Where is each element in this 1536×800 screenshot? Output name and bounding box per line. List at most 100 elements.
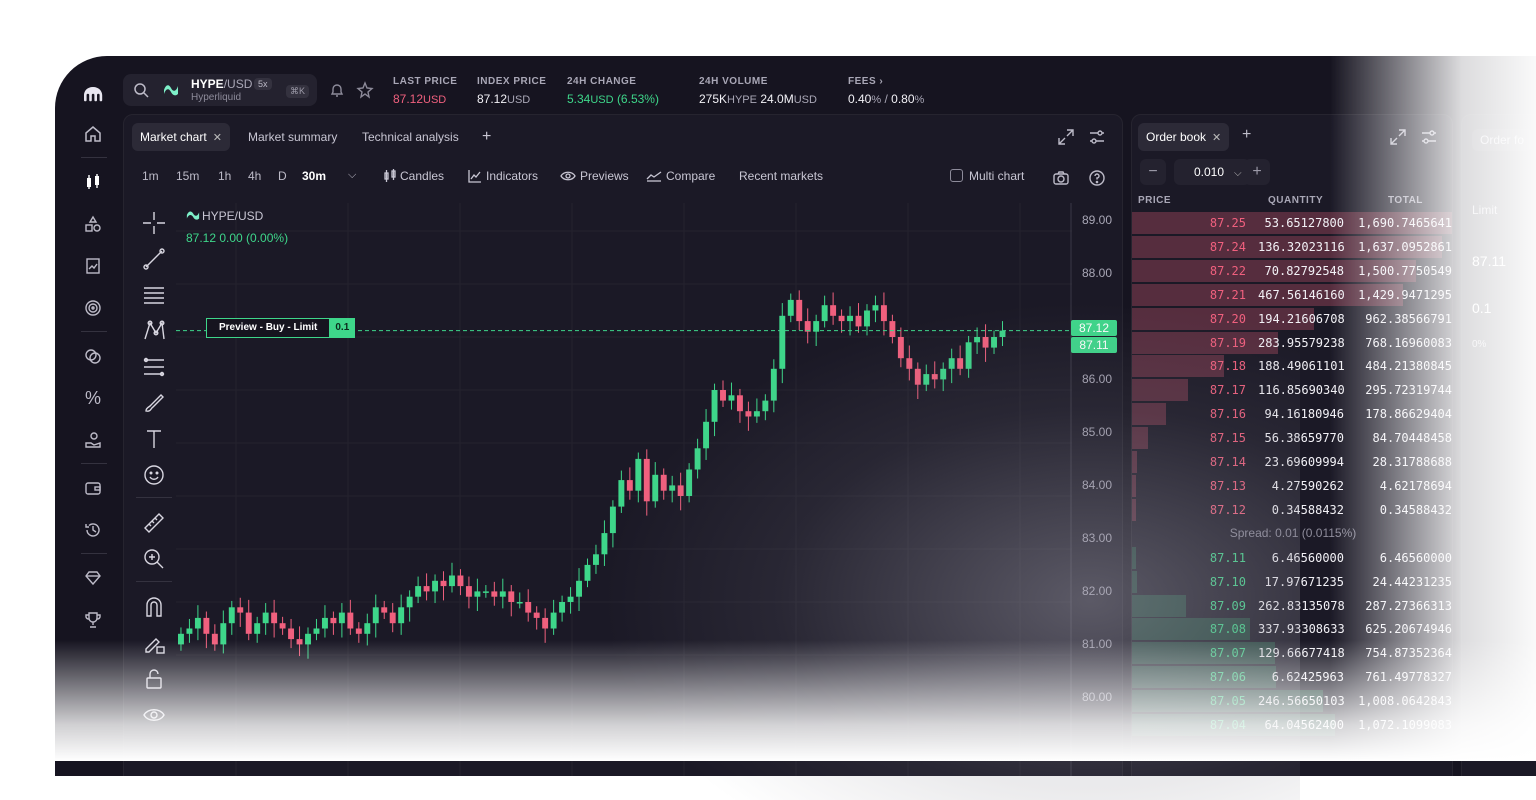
ask-row[interactable]: 87.14 23.69609994 28.31788688 — [1132, 450, 1452, 474]
candle-body[interactable] — [618, 480, 625, 507]
unlock-icon[interactable] — [142, 667, 166, 691]
tick-size-select[interactable]: 0.010 ⌵ — [1174, 159, 1250, 185]
candle-body[interactable] — [525, 602, 532, 613]
multi-chart-checkbox[interactable] — [950, 169, 963, 182]
candle-body[interactable] — [533, 612, 540, 618]
bid-row[interactable]: 87.10 17.97671235 24.44231235 — [1132, 570, 1452, 594]
preview-order-label[interactable]: Preview - Buy - Limit 0.1 — [206, 318, 356, 338]
recent-markets-button[interactable]: Recent markets — [739, 169, 823, 183]
home-icon[interactable] — [81, 122, 105, 146]
indicators-button[interactable]: Indicators — [468, 169, 538, 183]
candle-body[interactable] — [897, 337, 904, 359]
help-icon[interactable] — [1088, 169, 1106, 187]
candle-body[interactable] — [237, 607, 244, 613]
candle-body[interactable] — [364, 623, 371, 634]
candle-body[interactable] — [745, 411, 752, 417]
candle-body[interactable] — [432, 580, 439, 592]
candle-body[interactable] — [406, 596, 413, 608]
previews-button[interactable]: Previews — [560, 169, 629, 183]
bid-row[interactable]: 87.05 246.56650103 1,008.0642843 — [1132, 689, 1452, 713]
fib-levels-icon[interactable] — [142, 355, 166, 379]
lock-drawing-icon[interactable] — [142, 631, 166, 655]
candle-body[interactable] — [516, 602, 523, 604]
candle-body[interactable] — [178, 633, 184, 645]
candle-body[interactable] — [847, 315, 854, 322]
expand-icon[interactable] — [1057, 128, 1075, 146]
shapes-icon[interactable] — [81, 212, 105, 236]
candle-body[interactable] — [787, 299, 794, 316]
ask-row[interactable]: 87.22 70.82792548 1,500.7750549 — [1132, 259, 1452, 283]
ask-row[interactable]: 87.25 53.65127800 1,690.7465641 — [1132, 211, 1452, 235]
ask-row[interactable]: 87.18 188.49061101 484.21380845 — [1132, 354, 1452, 378]
ask-row[interactable]: 87.24 136.32023116 1,637.0952861 — [1132, 235, 1452, 259]
candle-body[interactable] — [974, 337, 981, 343]
candle-body[interactable] — [305, 633, 311, 645]
target-icon[interactable] — [81, 296, 105, 320]
diamond-icon[interactable] — [81, 566, 105, 590]
timeframe-1h[interactable]: 1h — [218, 169, 231, 183]
candle-body[interactable] — [203, 617, 210, 634]
market-selector[interactable]: HYPE/USD 5x Hyperliquid ⌘K — [123, 74, 317, 106]
candle-body[interactable] — [440, 580, 447, 587]
candle-body[interactable] — [931, 374, 938, 380]
multi-chart-toggle[interactable]: Multi chart — [950, 169, 1024, 183]
bid-row[interactable]: 87.11 6.46560000 6.46560000 — [1132, 546, 1452, 570]
timeframe-4h[interactable]: 4h — [248, 169, 261, 183]
star-icon[interactable] — [356, 81, 374, 99]
candle-body[interactable] — [194, 617, 201, 629]
pattern-icon[interactable] — [142, 319, 166, 343]
candle-body[interactable] — [838, 315, 845, 322]
candle-body[interactable] — [762, 400, 769, 412]
timeframe-d[interactable]: D — [278, 169, 287, 183]
candle-body[interactable] — [736, 395, 743, 412]
candle-body[interactable] — [880, 305, 887, 322]
wallet-icon[interactable] — [81, 476, 105, 500]
candle-body[interactable] — [991, 337, 997, 348]
candle-body[interactable] — [423, 586, 430, 592]
chevron-down-icon[interactable]: ⌵ — [348, 169, 356, 182]
candle-body[interactable] — [372, 607, 379, 624]
candle-body[interactable] — [347, 612, 354, 629]
percent-icon[interactable]: % — [81, 386, 105, 410]
candle-body[interactable] — [965, 342, 972, 369]
candle-body[interactable] — [711, 390, 718, 422]
candle-body[interactable] — [660, 474, 667, 491]
candle-body[interactable] — [635, 458, 642, 491]
candle-body[interactable] — [940, 368, 947, 380]
earn-hand-icon[interactable] — [81, 428, 105, 452]
ask-row[interactable]: 87.16 94.16180946 178.86629404 — [1132, 402, 1452, 426]
trophy-icon[interactable] — [81, 608, 105, 632]
candle-body[interactable] — [415, 586, 422, 597]
candle-body[interactable] — [559, 602, 566, 613]
ruler-icon[interactable] — [142, 511, 166, 535]
candle-body[interactable] — [914, 368, 921, 385]
tab-limit[interactable]: Limit — [1472, 203, 1497, 217]
compare-button[interactable]: Compare — [646, 169, 715, 183]
tab-order-book[interactable]: Order book ✕ — [1138, 123, 1230, 151]
fees-stat[interactable]: FEES › 0.40% / 0.80% — [848, 76, 924, 106]
timeframe-15m[interactable]: 15m — [176, 169, 199, 183]
candle-body[interactable] — [262, 612, 269, 624]
candle-body[interactable] — [254, 623, 261, 634]
candle-body[interactable] — [703, 421, 710, 449]
tab-market-chart[interactable]: Market chart ✕ — [132, 123, 230, 151]
ask-row[interactable]: 87.12 0.34588432 0.34588432 — [1132, 498, 1452, 522]
candle-body[interactable] — [381, 607, 388, 613]
tab-technical-analysis[interactable]: Technical analysis — [354, 123, 467, 151]
candle-body[interactable] — [321, 617, 328, 629]
ask-row[interactable]: 87.21 467.56146160 1,429.9471295 — [1132, 283, 1452, 307]
candle-body[interactable] — [753, 411, 760, 417]
candle-body[interactable] — [474, 591, 481, 597]
candle-body[interactable] — [567, 596, 574, 602]
candle-body[interactable] — [508, 591, 515, 602]
timeframe-30m[interactable]: 30m — [302, 169, 326, 183]
candle-body[interactable] — [609, 506, 616, 534]
chart-doc-icon[interactable] — [81, 254, 105, 278]
candle-body[interactable] — [652, 474, 659, 502]
candle-body[interactable] — [677, 485, 684, 496]
ask-row[interactable]: 87.20 194.21606708 962.38566791 — [1132, 307, 1452, 331]
add-tab-button[interactable]: + — [474, 123, 499, 151]
candle-body[interactable] — [220, 623, 227, 645]
candle-body[interactable] — [211, 633, 218, 645]
candle-body[interactable] — [389, 612, 396, 624]
